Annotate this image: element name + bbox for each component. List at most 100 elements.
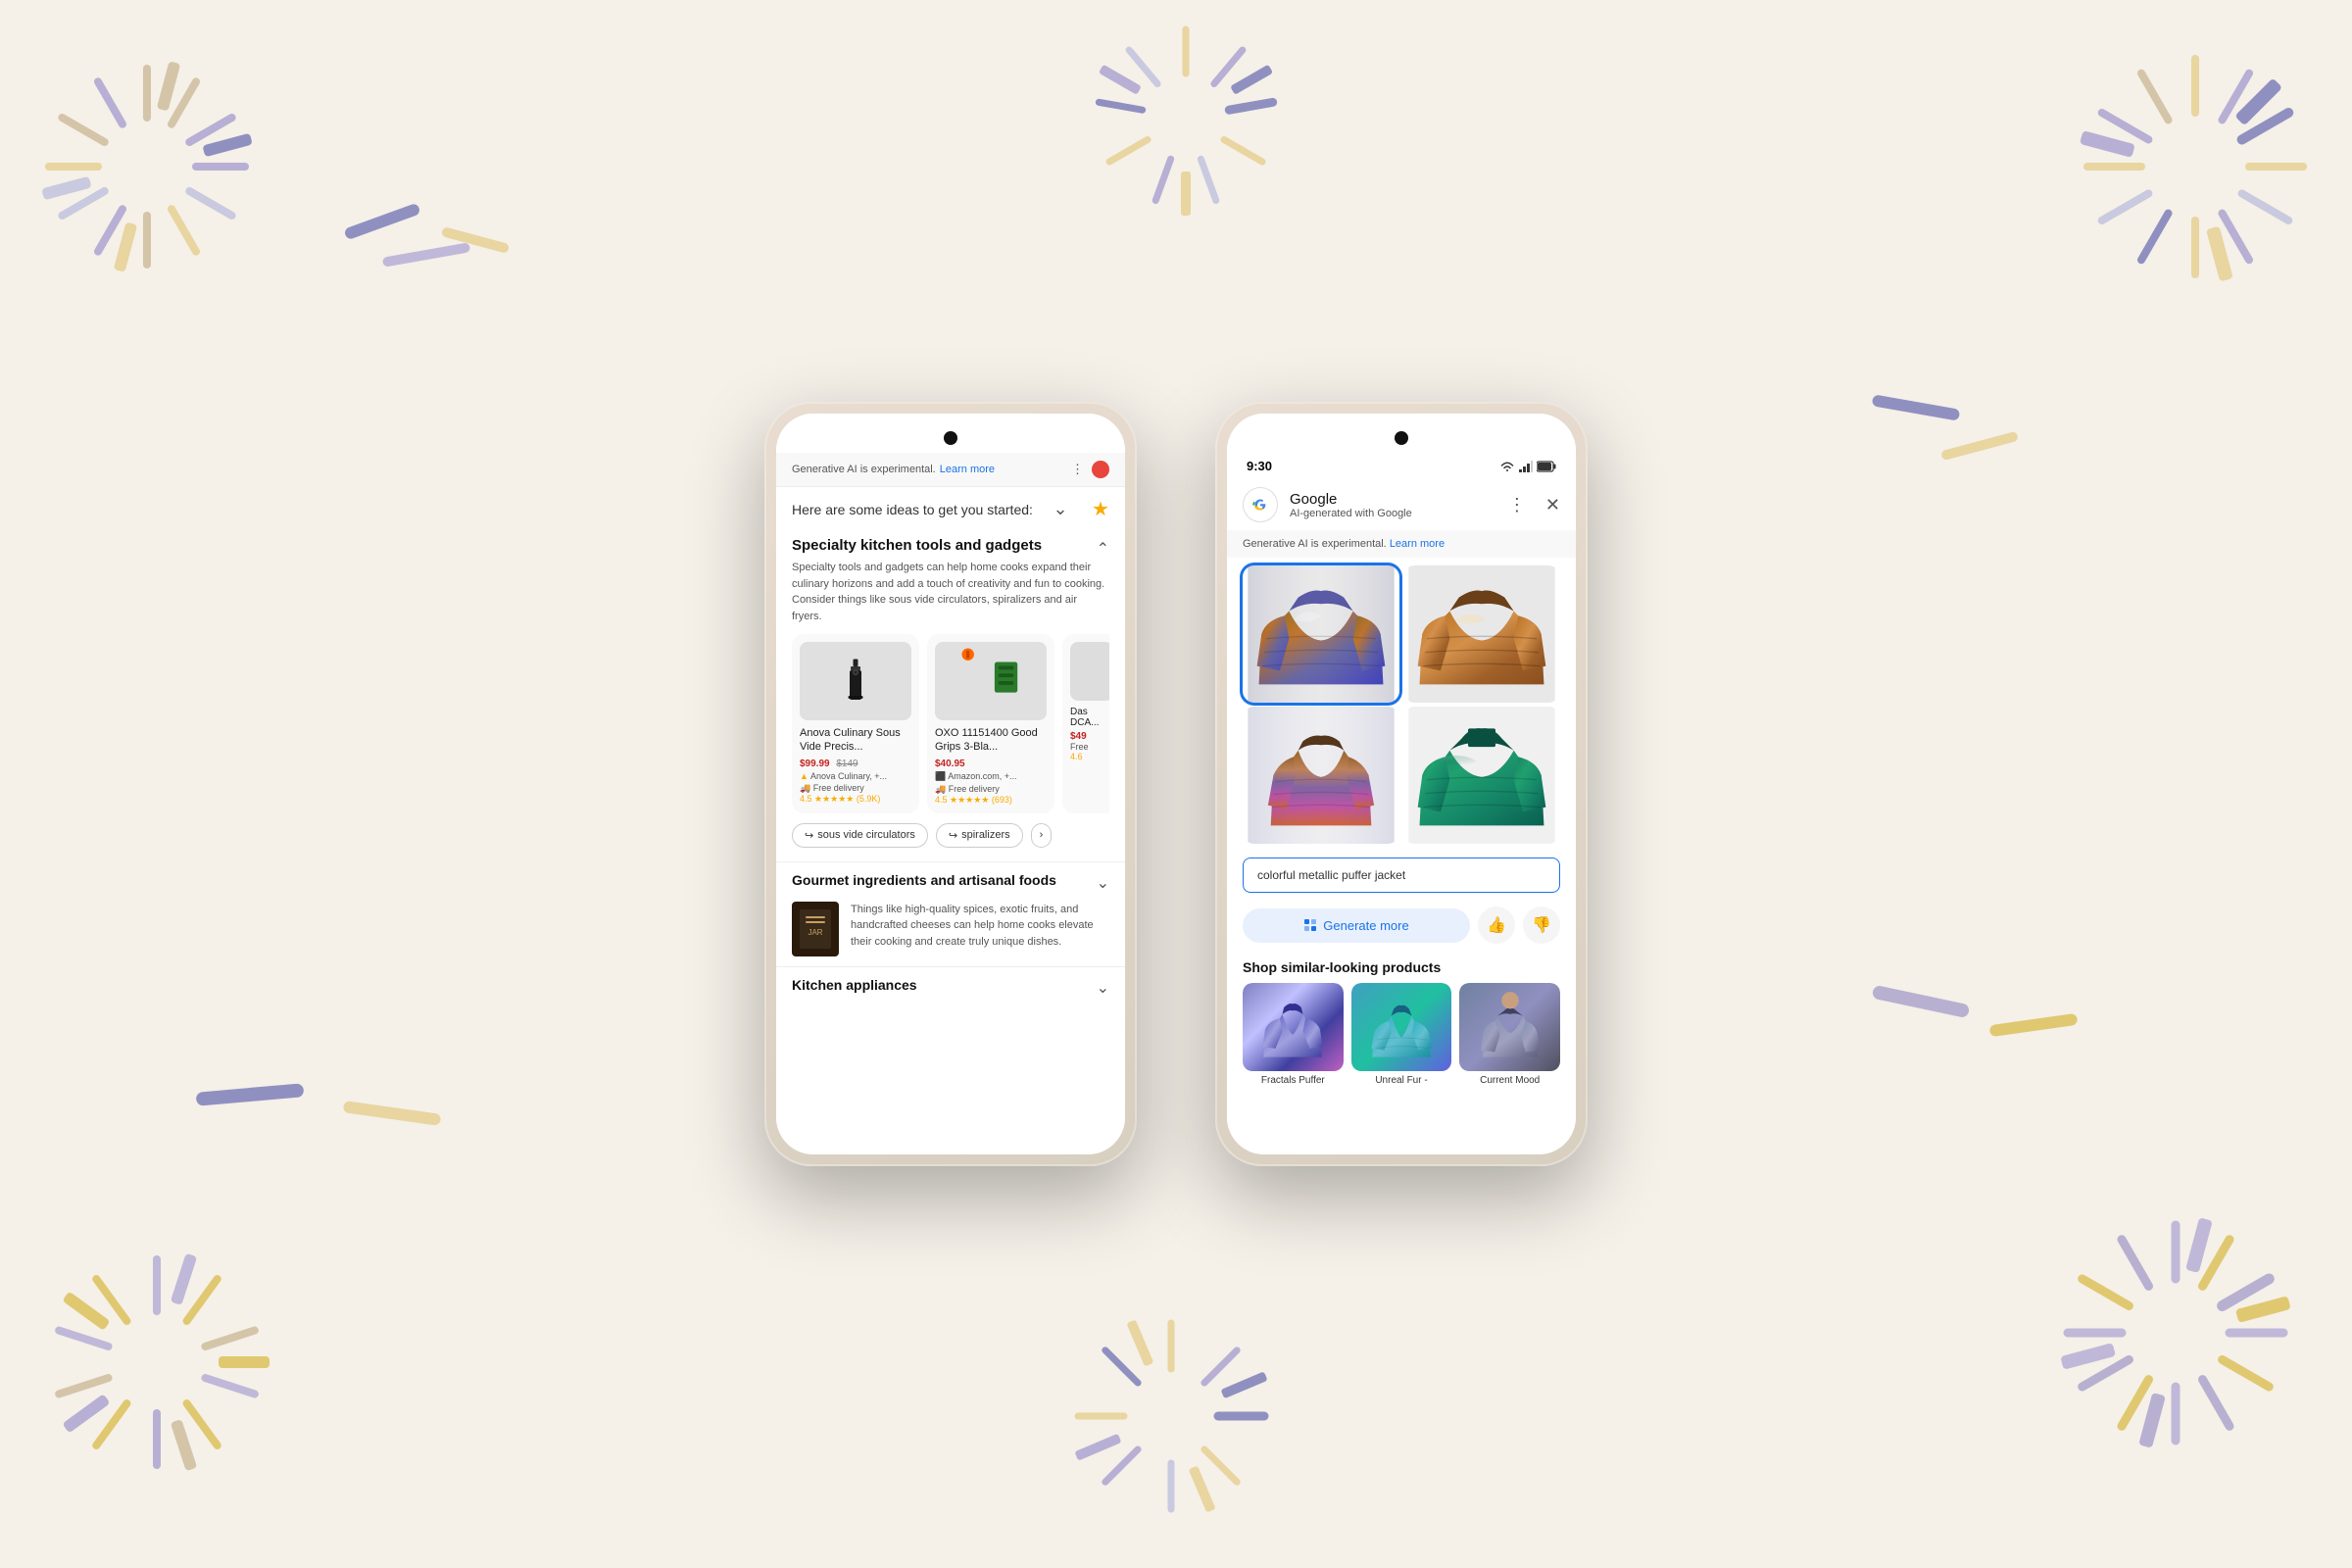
shop-name-fractals: Fractals Puffer <box>1243 1075 1344 1086</box>
gourmet-text-block: Things like high-quality spices, exotic … <box>851 902 1109 951</box>
jacket-img-3 <box>1243 707 1399 844</box>
shop-section-title: Shop similar-looking products <box>1243 959 1560 975</box>
section2-desc: Things like high-quality spices, exotic … <box>851 902 1109 951</box>
chip-sous-vide[interactable]: ↪ sous vide circulators <box>792 823 928 848</box>
search-query-bar[interactable]: colorful metallic puffer jacket <box>1243 858 1560 893</box>
section1-title: Specialty kitchen tools and gadgets <box>792 537 1042 554</box>
status-bar-right: 9:30 <box>1227 453 1576 479</box>
jacket-cell-1[interactable] <box>1243 565 1399 703</box>
google-g-logo <box>1243 487 1278 522</box>
product-card-anova[interactable]: Anova Culinary Sous Vide Precis... $99.9… <box>792 634 919 813</box>
ai-experimental-banner-right: Generative AI is experimental. Learn mor… <box>1227 530 1576 558</box>
thumbs-up-btn[interactable]: 👍 <box>1478 906 1515 944</box>
product3-price: $49 <box>1070 731 1109 742</box>
section1-desc: Specialty tools and gadgets can help hom… <box>792 560 1109 624</box>
product2-delivery: 🚚 Free delivery <box>935 784 1047 795</box>
decoration-lines-1 <box>343 196 539 274</box>
decoration-lines-3 <box>196 1078 490 1137</box>
signal-icon <box>1519 461 1533 472</box>
gourmet-content: JAR Things like high-quality spices, exo… <box>792 902 1109 956</box>
camera-hole-right <box>1395 431 1408 445</box>
ai-experimental-banner-left: Generative AI is experimental. Learn mor… <box>776 453 1125 487</box>
status-icons <box>1499 461 1556 472</box>
ideas-header-text: Here are some ideas to get you started: <box>792 502 1033 517</box>
shop-similar-section: Shop similar-looking products <box>1227 952 1576 1094</box>
learn-more-link-right[interactable]: Learn more <box>1390 538 1445 550</box>
decoration-burst-5 <box>1058 1303 1284 1529</box>
jacket-img-2 <box>1403 565 1560 703</box>
product2-price-sale: $40.95 <box>935 759 965 769</box>
jacket-img-4 <box>1403 707 1560 844</box>
section2-chevron[interactable]: ⌄ <box>1097 873 1109 893</box>
shop-products-row: Fractals Puffer <box>1243 983 1560 1086</box>
google-app-header: Google AI-generated with Google ⋮ ✕ <box>1227 479 1576 530</box>
section-gourmet: Gourmet ingredients and artisanal foods … <box>776 861 1125 966</box>
header-actions: ⋮ ✕ <box>1508 495 1560 515</box>
google-app-title-block: Google AI-generated with Google <box>1290 491 1496 519</box>
chip-more[interactable]: › <box>1031 823 1053 848</box>
product3-name: Das DCA... <box>1070 707 1109 728</box>
decoration-burst-1 <box>20 39 274 294</box>
ai-banner-text-right: Generative AI is experimental. <box>1243 538 1387 550</box>
shop-card-fractals[interactable]: Fractals Puffer <box>1243 983 1344 1086</box>
jacket-img-1 <box>1243 565 1399 703</box>
products-row: Anova Culinary Sous Vide Precis... $99.9… <box>792 634 1109 813</box>
section-kitchen-tools: Specialty kitchen tools and gadgets ⌃ Sp… <box>776 537 1125 848</box>
phone-left: Generative AI is experimental. Learn mor… <box>764 402 1137 1166</box>
shop-img-current-mood <box>1459 983 1560 1071</box>
svg-text:JAR: JAR <box>808 928 822 937</box>
shop-name-current-mood: Current Mood <box>1459 1075 1560 1086</box>
phones-container: Generative AI is experimental. Learn mor… <box>764 402 1588 1166</box>
ai-banner-text: Generative AI is experimental. <box>792 464 936 475</box>
section3-title: Kitchen appliances <box>792 977 917 993</box>
product1-rating: 4.5 ★★★★★ (5.9K) <box>800 794 911 805</box>
product-card-partial[interactable]: Das DCA... $49 Free 4.6 <box>1062 634 1109 813</box>
decoration-lines-4 <box>1862 980 2107 1058</box>
product1-price-orig: $149 <box>836 759 858 769</box>
wifi-icon <box>1499 461 1515 472</box>
product2-rating: 4.5 ★★★★★ (693) <box>935 795 1047 806</box>
chip-spiralizers[interactable]: ↪ spiralizers <box>936 823 1023 848</box>
product-card-oxo[interactable]: OXO 11151400 Good Grips 3-Bla... $40.95 … <box>927 634 1054 813</box>
decoration-burst-4 <box>29 1235 284 1490</box>
phone-right: 9:30 <box>1215 402 1588 1166</box>
shop-card-unreal[interactable]: Unreal Fur - <box>1351 983 1452 1086</box>
product1-delivery: 🚚 Free delivery <box>800 783 911 794</box>
decoration-lines-2 <box>1862 392 2058 470</box>
phone-right-content: 9:30 <box>1227 414 1576 1154</box>
product2-name: OXO 11151400 Good Grips 3-Bla... <box>935 726 1047 755</box>
learn-more-link-left[interactable]: Learn more <box>940 464 995 475</box>
decoration-burst-6 <box>2038 1196 2313 1470</box>
jacket-cell-2[interactable] <box>1403 565 1560 703</box>
google-app-name: Google <box>1290 491 1496 508</box>
shop-card-current-mood[interactable]: Current Mood <box>1459 983 1560 1086</box>
decoration-burst-3 <box>1078 10 1294 225</box>
gourmet-product-img: JAR <box>792 902 839 956</box>
generate-more-btn[interactable]: Generate more <box>1243 908 1470 943</box>
google-app-subtitle: AI-generated with Google <box>1290 508 1496 519</box>
battery-icon <box>1537 461 1556 472</box>
generate-icon <box>1303 918 1317 932</box>
phone-right-screen: 9:30 <box>1227 414 1576 1154</box>
ideas-chevron[interactable]: ⌄ <box>1053 499 1067 519</box>
close-btn[interactable]: ✕ <box>1545 495 1560 515</box>
section2-title: Gourmet ingredients and artisanal foods <box>792 872 1056 888</box>
product-img-partial <box>1070 642 1109 701</box>
status-time: 9:30 <box>1247 459 1272 473</box>
product1-name: Anova Culinary Sous Vide Precis... <box>800 726 911 755</box>
jacket-cell-3[interactable] <box>1243 707 1399 844</box>
thumbs-down-btn[interactable]: 👎 <box>1523 906 1560 944</box>
product-img-oxo <box>935 642 1047 720</box>
product1-price-sale: $99.99 <box>800 759 830 769</box>
phone-left-screen: Generative AI is experimental. Learn mor… <box>776 414 1125 1154</box>
more-options-btn[interactable]: ⋮ <box>1508 495 1526 515</box>
product2-seller: ⬛ Amazon.com, +... <box>935 771 1047 782</box>
chips-row: ↪ sous vide circulators ↪ spiralizers › <box>792 823 1109 848</box>
phone-left-content: Generative AI is experimental. Learn mor… <box>776 414 1125 1154</box>
section1-chevron[interactable]: ⌃ <box>1097 539 1109 559</box>
decoration-burst-2 <box>2058 29 2332 304</box>
shop-img-unreal <box>1351 983 1452 1071</box>
section3-chevron[interactable]: ⌄ <box>1097 978 1109 998</box>
jacket-cell-4[interactable] <box>1403 707 1560 844</box>
camera-hole-left <box>944 431 957 445</box>
